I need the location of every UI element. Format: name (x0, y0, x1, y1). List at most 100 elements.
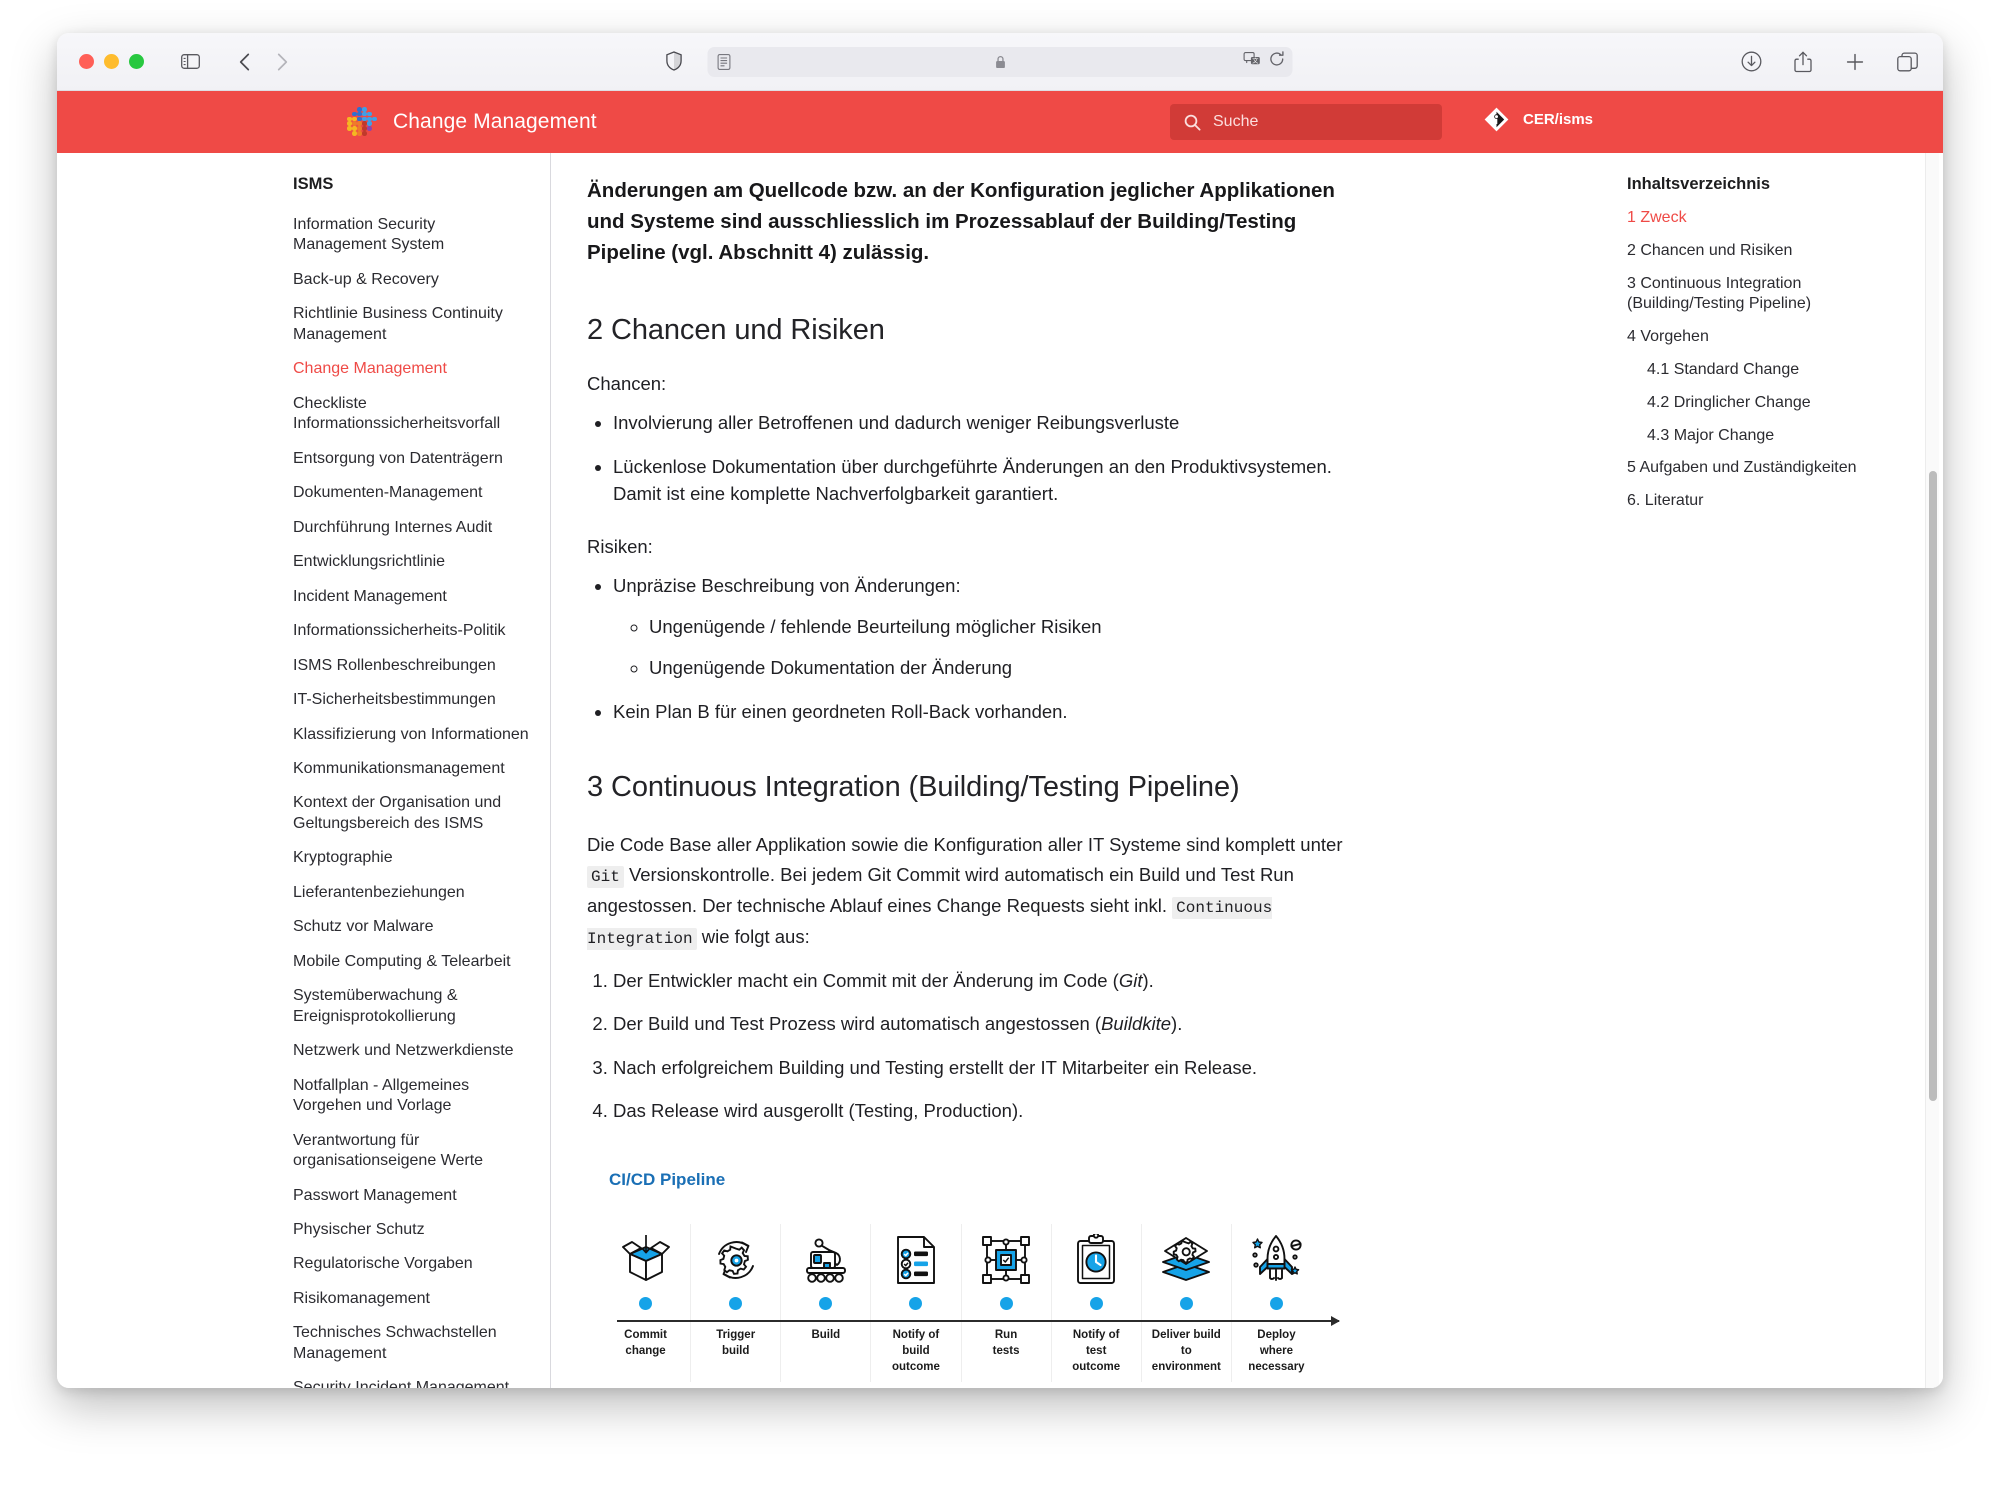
translate-icon[interactable]: 文 (1243, 52, 1261, 71)
sidebar-item-1[interactable]: Back-up & Recovery (285, 263, 550, 297)
privacy-shield-icon[interactable] (666, 50, 683, 76)
sidebar-item-label: Risikomanagement (293, 1289, 430, 1307)
sidebar-navigation: ISMS Information Security Management Sys… (285, 153, 551, 1388)
clipboard-check-icon (1073, 1224, 1119, 1286)
reader-view-icon[interactable] (717, 53, 731, 70)
address-bar[interactable]: 文 (707, 46, 1293, 77)
sidebar-item-label: Notfallplan - Allgemeines Vorgehen und V… (293, 1076, 470, 1115)
sidebar-item-11[interactable]: ISMS Rollenbeschreibungen (285, 649, 550, 683)
pipeline-node-5 (1052, 1286, 1141, 1320)
sidebar-item-26[interactable]: Regulatorische Vorgaben (285, 1247, 550, 1281)
sidebar-item-17[interactable]: Lieferantenbeziehungen (285, 876, 550, 910)
sidebar-item-label: Kryptographie (293, 849, 393, 867)
sidebar-item-21[interactable]: Netzwerk und Netzwerkdienste (285, 1034, 550, 1068)
page-title: Change Management (393, 110, 597, 133)
sidebar-item-label: Technisches Schwachstellen Management (293, 1324, 497, 1362)
toc-item-2[interactable]: 3 Continuous Integration (Building/Testi… (1627, 274, 1923, 316)
toc-item-1[interactable]: 2 Chancen und Risiken (1627, 241, 1923, 262)
pipeline-dot (999, 1296, 1013, 1310)
toc-item-5[interactable]: 4.2 Dringlicher Change (1647, 393, 1923, 414)
scrollbar-track[interactable] (1925, 153, 1939, 1388)
pipeline-node-7 (1232, 1286, 1321, 1320)
sidebar-item-8[interactable]: Entwicklungsrichtlinie (285, 545, 550, 579)
cicd-pipeline-figure: CI/CD Pipeline Commit change Trigger bui… (587, 1170, 1613, 1382)
pipeline-node-2 (781, 1286, 870, 1320)
close-window-button[interactable] (79, 54, 94, 69)
checklist-document-icon (892, 1224, 940, 1286)
risiken-item-1: Kein Plan B für einen geordneten Roll-Ba… (613, 698, 1383, 725)
share-icon[interactable] (1789, 49, 1817, 75)
browser-toolbar: 文 (57, 33, 1943, 91)
sidebar-item-label: Incident Management (293, 587, 447, 605)
sidebar-item-label: Systemüberwachung & Ereignisprotokollier… (293, 987, 458, 1025)
sidebar-item-19[interactable]: Mobile Computing & Telearbeit (285, 945, 550, 979)
sidebar-item-23[interactable]: Verantwortung für organisationseigene We… (285, 1124, 550, 1179)
sidebar-item-label: Information Security Management System (293, 216, 445, 254)
pipeline-stage-1: Trigger build (691, 1224, 782, 1382)
search-input[interactable]: Suche (1170, 104, 1442, 140)
gear-refresh-icon (710, 1224, 762, 1286)
sidebar-item-7[interactable]: Durchführung Internes Audit (285, 511, 550, 545)
sidebar-item-13[interactable]: Klassifizierung von Informationen (285, 718, 550, 752)
toc-item-6[interactable]: 4.3 Major Change (1647, 426, 1923, 447)
pipeline-dot (639, 1296, 653, 1310)
search-icon (1184, 114, 1201, 131)
sidebar-item-12[interactable]: IT-Sicherheitsbestimmungen (285, 683, 550, 717)
pipeline-stage-label: Notify of test outcome (1072, 1329, 1121, 1373)
sidebar-item-29[interactable]: Security Incident Management (285, 1371, 550, 1388)
new-tab-icon[interactable] (1841, 49, 1869, 75)
tab-overview-icon[interactable] (1893, 49, 1921, 75)
sidebar-item-18[interactable]: Schutz vor Malware (285, 910, 550, 944)
sidebar-item-6[interactable]: Dokumenten-Management (285, 476, 550, 510)
toc-item-4[interactable]: 4.1 Standard Change (1647, 360, 1923, 381)
scrollbar-thumb[interactable] (1929, 471, 1937, 1101)
sidebar-item-label: ISMS Rollenbeschreibungen (293, 656, 496, 674)
sidebar-item-20[interactable]: Systemüberwachung & Ereignisprotokollier… (285, 979, 550, 1034)
maximize-window-button[interactable] (129, 54, 144, 69)
pipeline-stage-4: Run tests (962, 1224, 1052, 1382)
chancen-item-1: Lückenlose Dokumentation über durchgefüh… (613, 453, 1383, 508)
risiken-sublist: Ungenügende / fehlende Beurteilung mögli… (649, 613, 1383, 682)
sidebar-item-3[interactable]: Change Management (285, 352, 550, 386)
sidebar-item-label: Informationssicherheits-Politik (293, 622, 506, 640)
download-icon[interactable] (1737, 49, 1765, 75)
sidebar-item-24[interactable]: Passwort Management (285, 1179, 550, 1213)
sidebar-title: ISMS (293, 175, 334, 193)
sidebar-item-0[interactable]: Information Security Management System (285, 208, 550, 263)
repository-link[interactable]: CER/isms (1484, 107, 1593, 132)
toc-item-0[interactable]: 1 Zweck (1627, 208, 1923, 229)
sidebar-item-28[interactable]: Technisches Schwachstellen Management (285, 1316, 550, 1371)
sidebar-item-25[interactable]: Physischer Schutz (285, 1213, 550, 1247)
sidebar-item-14[interactable]: Kommunikationsmanagement (285, 752, 550, 786)
sidebar-item-label: IT-Sicherheitsbestimmungen (293, 691, 496, 709)
forward-button[interactable] (268, 49, 296, 75)
open-box-icon (620, 1224, 672, 1286)
sidebar-item-4[interactable]: Checkliste Informationssicherheitsvorfal… (285, 387, 550, 442)
toolbar-right-actions (1737, 49, 1921, 75)
sidebar-item-5[interactable]: Entsorgung von Datenträgern (285, 442, 550, 476)
sidebar-item-16[interactable]: Kryptographie (285, 841, 550, 875)
back-button[interactable] (230, 49, 258, 75)
lock-icon (995, 55, 1006, 69)
pipeline-stage-label: Commit change (624, 1329, 667, 1358)
sidebar-item-label: Regulatorische Vorgaben (293, 1255, 473, 1273)
repository-label: CER/isms (1523, 111, 1594, 128)
brand-area[interactable]: Change Management (347, 107, 597, 137)
sidebar-item-label: Entwicklungsrichtlinie (293, 553, 446, 571)
sidebar-item-label: Dokumenten-Management (293, 484, 483, 502)
toc-item-8[interactable]: 6. Literatur (1627, 491, 1923, 512)
sidebar-item-label: Verantwortung für organisationseigene We… (293, 1131, 484, 1170)
minimize-window-button[interactable] (104, 54, 119, 69)
sidebar-item-27[interactable]: Risikomanagement (285, 1282, 550, 1316)
sidebar-item-10[interactable]: Informationssicherheits-Politik (285, 614, 550, 648)
sidebar-item-9[interactable]: Incident Management (285, 580, 550, 614)
sidebar-item-22[interactable]: Notfallplan - Allgemeines Vorgehen und V… (285, 1069, 550, 1124)
reload-icon[interactable] (1270, 51, 1285, 72)
risiken-subitem-1: Ungenügende Dokumentation der Änderung (649, 654, 1383, 681)
sidebar-item-2[interactable]: Richtlinie Business Continuity Managemen… (285, 297, 550, 352)
toc-item-7[interactable]: 5 Aufgaben und Zuständigkeiten (1627, 458, 1923, 479)
toc-item-3[interactable]: 4 Vorgehen (1627, 327, 1923, 348)
sidebar-item-15[interactable]: Kontext der Organisation und Geltungsber… (285, 786, 550, 841)
sidebar-toggle-icon[interactable] (176, 49, 204, 75)
page-body: ISMS Information Security Management Sys… (57, 153, 1943, 1388)
